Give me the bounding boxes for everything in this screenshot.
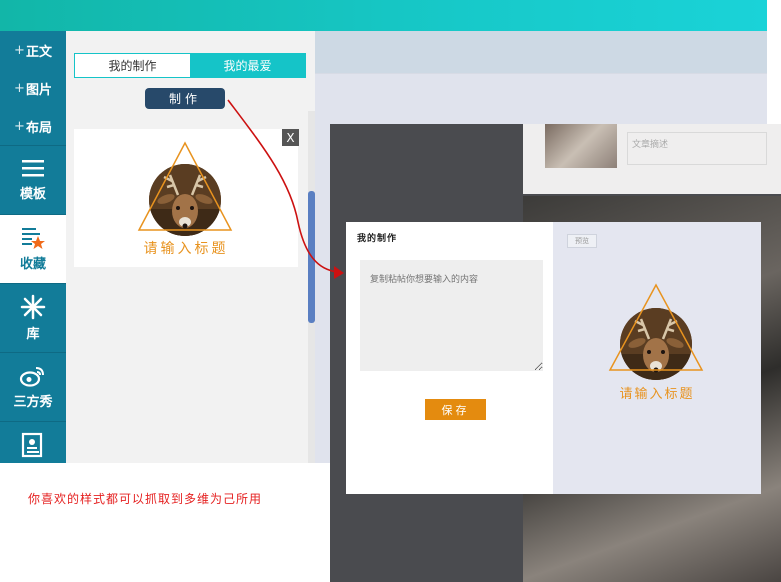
tab-my-favorites[interactable]: 我的最爱	[190, 54, 305, 77]
deer-logo-preview-image	[608, 283, 704, 380]
article-summary-row: 文章摘述	[523, 124, 781, 194]
favorites-panel: 我的制作 我的最爱 制作 请输入标题 X	[66, 31, 315, 463]
plus-icon: +	[14, 118, 25, 134]
panel-tabs: 我的制作 我的最爱	[74, 53, 306, 78]
sidebar-item-library[interactable]: 库	[0, 283, 66, 352]
dialog-editor-pane: 我的制作 保存	[346, 222, 553, 494]
preview-title-text: 请输入标题	[619, 387, 695, 402]
card-title-text: 请输入标题	[143, 241, 229, 257]
sidebar-item-label: 正文	[25, 44, 52, 60]
make-button[interactable]: 制作	[145, 88, 225, 109]
sidebar-item-template[interactable]: 模板	[0, 145, 66, 214]
sidebar-item-my-articles[interactable]: 我的文章	[0, 421, 66, 490]
summary-field[interactable]: 文章摘述	[627, 132, 767, 165]
editor-toolbar-strip	[315, 31, 767, 73]
annotation-note: 你喜欢的样式都可以抓取到多维为己所用	[28, 492, 263, 506]
tab-my-creations[interactable]: 我的制作	[75, 54, 190, 77]
sidebar-item-label: 三方秀	[13, 395, 53, 410]
save-button[interactable]: 保存	[425, 399, 486, 420]
sidebar-item-label: 图片	[25, 82, 52, 98]
plus-icon: +	[14, 42, 25, 58]
content-textarea[interactable]	[360, 260, 543, 371]
close-icon[interactable]: X	[282, 129, 299, 146]
sidebar-item-text[interactable]: + 正文	[0, 31, 66, 69]
dialog-title: 我的制作	[357, 234, 398, 244]
dialog-preview-pane: 预览 请输入标题	[553, 222, 761, 494]
sidebar-item-label: 我的文章	[6, 465, 59, 480]
template-lines-icon	[22, 160, 44, 177]
my-articles-icon	[21, 432, 43, 458]
panel-scroll-thumb[interactable]	[308, 191, 315, 323]
top-bar	[0, 0, 767, 31]
weibo-icon	[19, 367, 44, 387]
plus-icon: +	[14, 80, 25, 96]
sidebar-item-image[interactable]: + 图片	[0, 69, 66, 107]
sidebar-item-label: 模板	[19, 187, 46, 202]
favorites-star-icon	[22, 228, 45, 249]
my-creation-dialog: 我的制作 保存 预览 请输入标题	[346, 222, 761, 494]
sidebar-item-favorites[interactable]: 收藏	[0, 214, 66, 283]
sidebar-item-layout[interactable]: + 布局	[0, 107, 66, 145]
article-thumbnail	[545, 124, 617, 168]
deer-logo-image	[137, 141, 233, 236]
left-sidebar: + 正文 + 图片 + 布局 模板 收藏 库 三方秀 我的文章	[0, 31, 66, 480]
editor-divider	[315, 73, 767, 74]
sidebar-item-third-party[interactable]: 三方秀	[0, 352, 66, 421]
sidebar-item-label: 布局	[25, 120, 52, 136]
style-card[interactable]: 请输入标题	[74, 129, 298, 267]
sidebar-item-label: 收藏	[19, 257, 46, 272]
sidebar-item-label: 库	[26, 327, 40, 342]
library-spark-icon	[20, 294, 46, 320]
